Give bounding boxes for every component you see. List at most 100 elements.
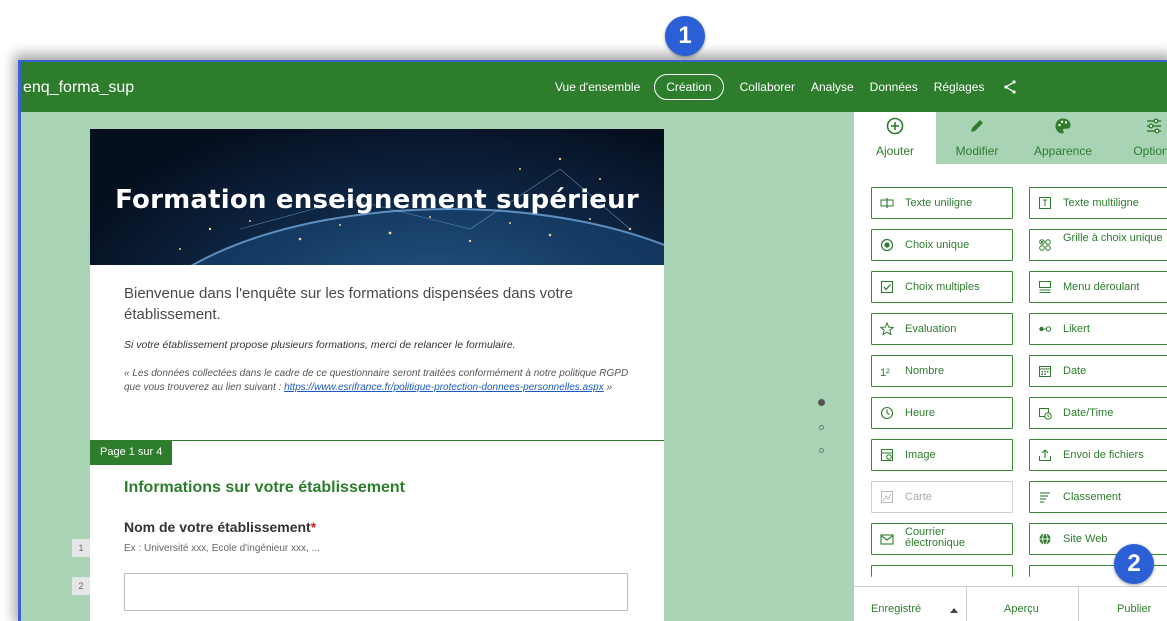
add-image[interactable]: Image — [871, 439, 1013, 471]
item-label: Grille à choix unique — [1063, 232, 1163, 244]
add-circle-icon — [886, 117, 904, 135]
map-icon — [881, 491, 893, 503]
item-label: Menu déroulant — [1063, 281, 1140, 293]
page-indicator: Page 1 sur 4 — [90, 441, 173, 465]
tab-ajouter[interactable]: Ajouter — [854, 112, 936, 164]
globe-icon — [1039, 533, 1051, 545]
add-date[interactable]: Date — [1029, 355, 1167, 387]
nav-reglages[interactable]: Réglages — [934, 80, 985, 94]
item-label: Texte uniligne — [905, 197, 973, 209]
caret-up-icon[interactable] — [950, 607, 958, 613]
item-label: Heure — [905, 407, 935, 419]
add-number[interactable]: 1² Nombre — [871, 355, 1013, 387]
preview-button[interactable]: Aperçu — [1004, 603, 1039, 615]
add-single-choice-grid[interactable]: Grille à choix unique — [1029, 229, 1167, 261]
item-label: Evaluation — [905, 323, 957, 335]
grid-choice-icon — [1039, 239, 1051, 251]
publish-button[interactable]: Publier — [1117, 603, 1151, 615]
panel-footer: Enregistré Aperçu Publier — [854, 586, 1167, 621]
star-icon — [880, 322, 894, 336]
add-dropdown[interactable]: Menu déroulant — [1029, 271, 1167, 303]
footer-divider — [966, 587, 967, 621]
nav-collaborer[interactable]: Collaborer — [740, 80, 795, 94]
top-bar: enq_forma_sup Vue d'ensemble Création Co… — [21, 62, 1167, 112]
page-dot-2[interactable] — [819, 425, 824, 430]
establishment-name-input[interactable] — [124, 573, 628, 611]
radio-icon — [880, 238, 894, 252]
form-intro: Bienvenue dans l'enquête sur les formati… — [124, 283, 644, 395]
item-label: Date/Time — [1063, 407, 1114, 419]
add-single-line-text[interactable]: Texte uniligne — [871, 187, 1013, 219]
form-banner: Formation enseignement supérieur — [90, 129, 664, 265]
nav-analyse[interactable]: Analyse — [811, 80, 854, 94]
section-title[interactable]: Informations sur votre établissement — [124, 479, 405, 497]
add-rating[interactable]: Evaluation — [871, 313, 1013, 345]
question-hint: Ex : Université xxx, Ecole d'ingénieur x… — [124, 543, 320, 554]
add-email[interactable]: Courrier électronique — [871, 523, 1013, 555]
add-datetime[interactable]: Date/Time — [1029, 397, 1167, 429]
number-icon: 1² — [880, 367, 890, 378]
item-label: Choix unique — [905, 239, 970, 251]
add-time[interactable]: Heure — [871, 397, 1013, 429]
footer-divider — [1078, 587, 1079, 621]
nav-creation[interactable]: Création — [654, 74, 724, 100]
add-multiple-choice[interactable]: Choix multiples — [871, 271, 1013, 303]
nav-vue-ensemble[interactable]: Vue d'ensemble — [555, 80, 640, 94]
nav-donnees[interactable]: Données — [870, 80, 918, 94]
tab-apparence[interactable]: Apparence — [1018, 112, 1108, 164]
question-title[interactable]: Nom de votre établissement* — [124, 519, 316, 535]
page-dot-3[interactable] — [819, 448, 824, 453]
tab-label: Ajouter — [875, 144, 915, 158]
item-label: Classement — [1063, 491, 1122, 503]
add-map: Carte — [871, 481, 1013, 513]
rgpd-notice: « Les données collectées dans le cadre d… — [124, 367, 644, 395]
question-label: Nom de votre établissement — [124, 519, 311, 535]
panel-tabs: Ajouter Modifier Apparence Options — [854, 112, 1167, 164]
add-file-upload[interactable]: Envoi de fichiers — [1029, 439, 1167, 471]
svg-text:1²: 1² — [880, 367, 890, 378]
callout-badge-1: 1 — [665, 16, 705, 56]
item-label: Courrier électronique — [905, 526, 965, 549]
clock-icon — [880, 406, 894, 420]
item-label: Image — [905, 449, 936, 461]
tab-label: Modifier — [955, 144, 999, 158]
item-label: Date — [1063, 365, 1087, 377]
page-divider — [90, 440, 664, 441]
tab-modifier[interactable]: Modifier — [936, 112, 1018, 164]
calendar-clock-icon — [1039, 408, 1052, 420]
question-number-2: 2 — [72, 577, 90, 595]
add-multi-line-text[interactable]: Texte multiligne — [1029, 187, 1167, 219]
item-label: Likert — [1063, 323, 1090, 335]
add-ranking[interactable]: Classement — [1029, 481, 1167, 513]
builder-panel: Ajouter Modifier Apparence Options — [854, 112, 1167, 621]
pencil-icon — [971, 120, 983, 132]
tab-label: Apparence — [1033, 144, 1093, 158]
likert-icon — [1039, 326, 1052, 332]
add-single-choice[interactable]: Choix unique — [871, 229, 1013, 261]
intro-note: Si votre établissement propose plusieurs… — [124, 339, 516, 351]
sliders-icon — [1147, 118, 1161, 134]
banner-title: Formation enseignement supérieur — [115, 185, 639, 215]
form-canvas: Formation enseignement supérieur Bienven… — [21, 112, 854, 621]
page-dot-1[interactable] — [818, 399, 825, 406]
item-label: Carte — [905, 491, 932, 503]
palette-item-partial[interactable] — [871, 565, 1013, 577]
add-likert[interactable]: Likert — [1029, 313, 1167, 345]
saved-status: Enregistré — [871, 603, 922, 615]
intro-text: Bienvenue dans l'enquête sur les formati… — [124, 285, 573, 323]
item-label: Texte multiligne — [1063, 197, 1139, 209]
share-icon[interactable] — [1002, 79, 1018, 95]
form-preview: Formation enseignement supérieur Bienven… — [90, 129, 664, 621]
tab-options[interactable]: Options — [1108, 112, 1167, 164]
rgpd-link[interactable]: https://www.esrifrance.fr/politique-prot… — [284, 382, 604, 393]
palette-icon — [1055, 118, 1071, 134]
ranking-icon — [1040, 492, 1050, 503]
app-title: enq_forma_sup — [23, 79, 135, 96]
item-label: Envoi de fichiers — [1063, 449, 1144, 461]
app-window: enq_forma_sup Vue d'ensemble Création Co… — [18, 60, 1167, 621]
screenshot: enq_forma_sup Vue d'ensemble Création Co… — [0, 0, 1167, 621]
rgpd-end: » — [603, 382, 613, 393]
dropdown-icon — [1039, 281, 1051, 293]
multi-line-text-icon — [1039, 197, 1051, 209]
question-number-1: 1 — [72, 539, 90, 557]
